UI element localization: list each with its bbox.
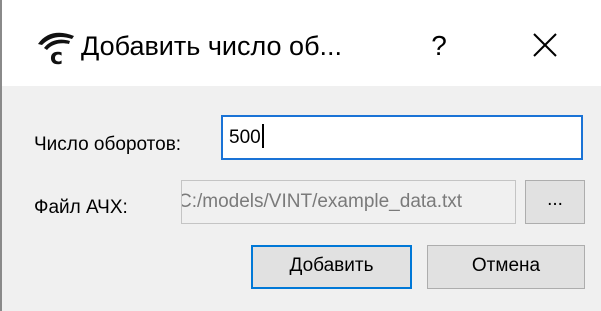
cancel-button[interactable]: Отмена [427, 245, 585, 289]
browse-button[interactable]: ... [525, 180, 585, 224]
dialog-body: Число оборотов: 500 Файл АЧХ: C:/models/… [2, 86, 601, 311]
turns-input[interactable]: 500 [221, 115, 583, 160]
turns-label: Число оборотов: [34, 134, 182, 155]
add-button[interactable]: Добавить [251, 245, 412, 289]
turns-value: 500 [229, 127, 261, 148]
svg-text:c: c [50, 45, 63, 66]
file-path-value: C:/models/VINT/example_data.txt [181, 191, 463, 212]
dialog-title: Добавить число об... [81, 31, 343, 61]
file-path-field: C:/models/VINT/example_data.txt [181, 180, 516, 224]
text-caret [261, 124, 264, 149]
file-label: Файл АЧХ: [34, 197, 128, 218]
close-icon[interactable] [522, 24, 566, 68]
help-button[interactable]: ? [419, 24, 459, 68]
dialog-window: c Добавить число об... ? Число оборотов:… [0, 0, 601, 311]
title-bar[interactable]: c Добавить число об... ? [2, 0, 601, 86]
app-logo-icon: c [38, 32, 74, 66]
